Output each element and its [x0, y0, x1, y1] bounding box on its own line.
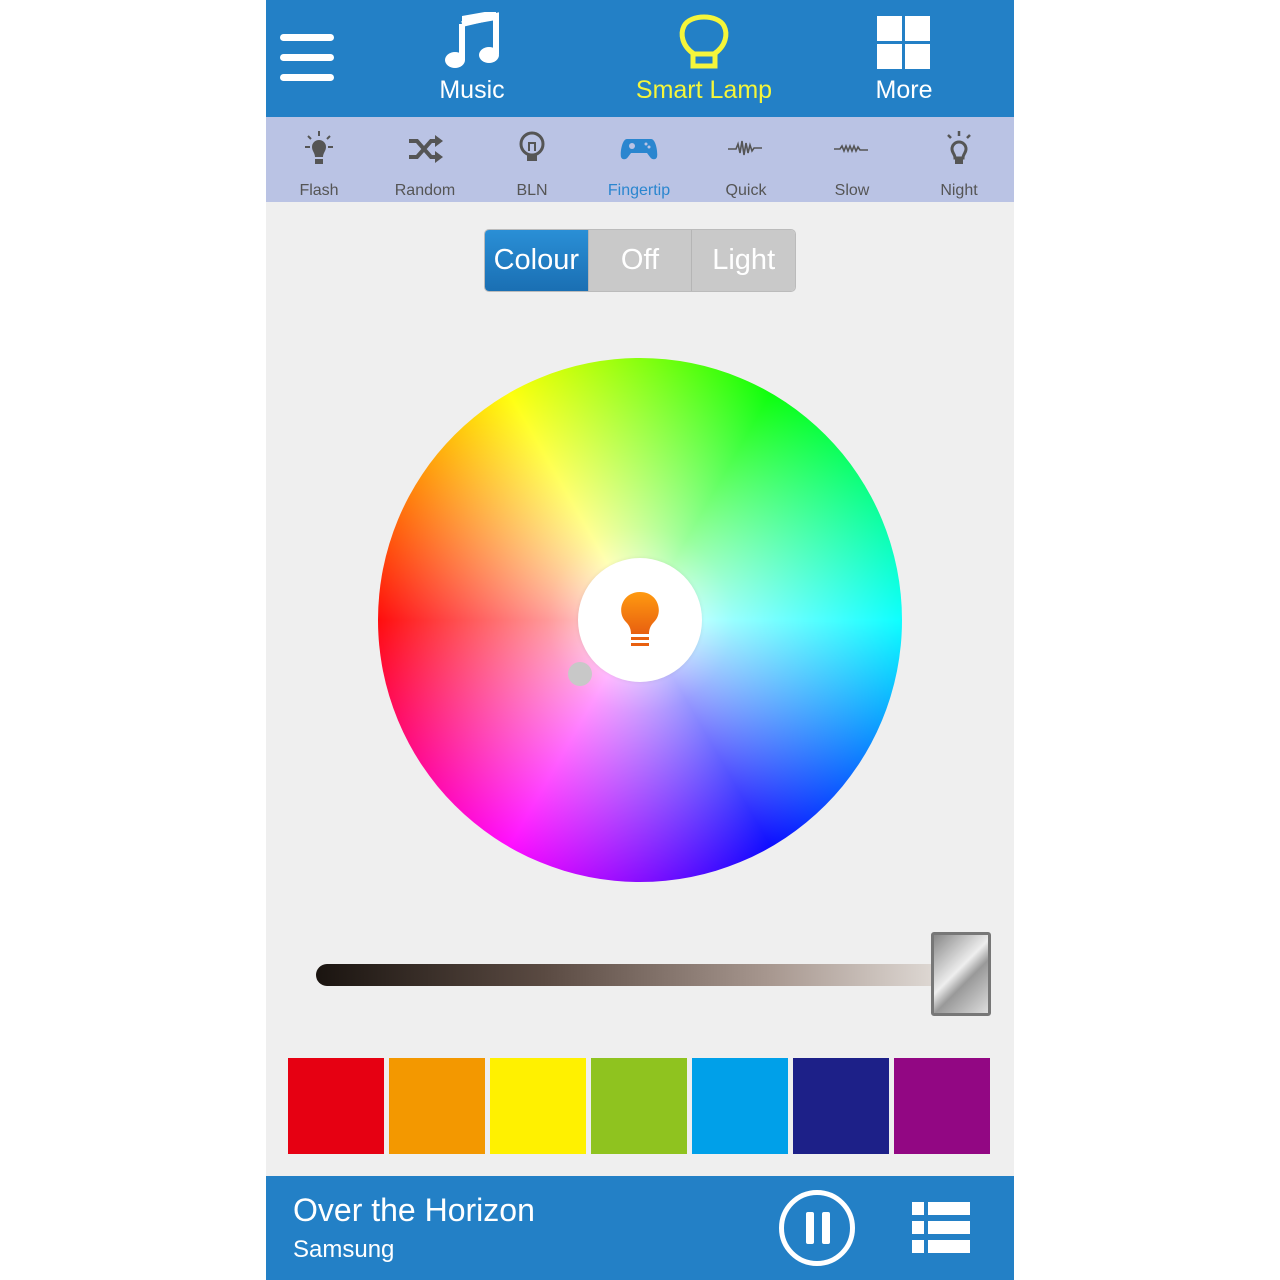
mode-flash-label: Flash [299, 182, 339, 199]
mode-random[interactable]: Random [372, 117, 478, 202]
lamp-power-button[interactable] [578, 558, 702, 682]
shuffle-icon [409, 135, 443, 163]
grid-icon [877, 16, 930, 69]
top-nav-bar: Music Smart Lamp More [266, 0, 1014, 117]
mode-bln[interactable]: BLN [479, 117, 585, 202]
mode-slow-label: Slow [834, 182, 870, 199]
brightness-slider-thumb[interactable] [931, 932, 991, 1016]
song-artist: Samsung [293, 1236, 395, 1263]
pause-icon [806, 1212, 814, 1244]
color-picker-handle[interactable] [568, 662, 592, 686]
mode-random-label: Random [394, 182, 456, 199]
mode-night-label: Night [940, 182, 978, 199]
night-bulb-icon [947, 131, 971, 164]
mode-flash[interactable]: Flash [266, 117, 372, 202]
mode-bln-label: BLN [516, 182, 548, 199]
mode-bar: Flash Random BLN Fingertip Quick Slow Ni… [266, 117, 1014, 202]
color-swatch[interactable] [288, 1058, 384, 1154]
color-swatch[interactable] [389, 1058, 485, 1154]
slow-wave-icon [834, 143, 868, 154]
tab-smart-lamp[interactable]: Smart Lamp [626, 0, 782, 117]
color-swatch[interactable] [490, 1058, 586, 1154]
tab-music-label: Music [439, 76, 505, 104]
mode-fingertip-label: Fingertip [607, 182, 671, 199]
color-swatch[interactable] [692, 1058, 788, 1154]
music-note-icon [445, 12, 499, 68]
mode-segmented-control: Colour Off Light [484, 229, 796, 292]
flash-bulb-icon [305, 131, 333, 164]
bulb-icon [519, 131, 545, 161]
mode-night[interactable]: Night [906, 117, 1012, 202]
segment-light[interactable]: Light [691, 230, 795, 291]
segment-off[interactable]: Off [587, 230, 692, 291]
app: Music Smart Lamp More Flash Random BLN F… [266, 0, 1014, 1280]
playlist-button[interactable] [912, 1202, 970, 1254]
brightness-slider[interactable] [316, 964, 966, 986]
mode-quick-label: Quick [725, 182, 767, 199]
mode-slow[interactable]: Slow [799, 117, 905, 202]
pause-button[interactable] [779, 1190, 855, 1266]
lamp-icon [679, 14, 729, 69]
lightbulb-icon [621, 592, 659, 646]
mode-fingertip[interactable]: Fingertip [586, 117, 692, 202]
now-playing-bar: Over the Horizon Samsung [266, 1176, 1014, 1280]
menu-icon[interactable] [280, 34, 336, 84]
color-swatch[interactable] [591, 1058, 687, 1154]
tab-music[interactable]: Music [416, 0, 528, 117]
tab-more-label: More [875, 76, 933, 104]
song-title: Over the Horizon [293, 1192, 535, 1228]
mode-quick[interactable]: Quick [693, 117, 799, 202]
quick-wave-icon [728, 140, 762, 156]
gamepad-icon [620, 139, 658, 160]
color-swatch[interactable] [793, 1058, 889, 1154]
tab-more[interactable]: More [854, 0, 954, 117]
segment-colour[interactable]: Colour [485, 230, 588, 291]
color-swatch[interactable] [894, 1058, 990, 1154]
tab-smart-lamp-label: Smart Lamp [635, 76, 773, 104]
